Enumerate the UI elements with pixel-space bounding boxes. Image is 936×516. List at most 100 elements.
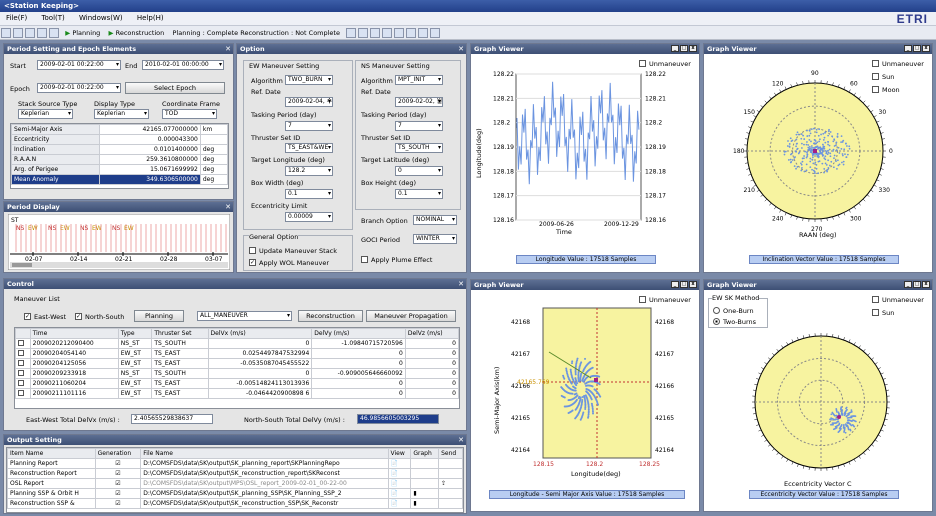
maneuver-filter-select[interactable]: ALL_MANEUVER <box>197 311 292 321</box>
box-height-stepper[interactable]: 0.1 <box>395 189 443 199</box>
box-width-stepper[interactable]: 0.1 <box>285 189 333 199</box>
minimize-icon[interactable]: _ <box>904 45 912 52</box>
ns-ref-date-input[interactable]: 2009-02-02, 월 <box>395 97 443 107</box>
table-row[interactable]: 2009020212090400 NS_ST TS_SOUTH 0 -1.0984071… <box>15 338 460 349</box>
table-row[interactable]: 20090211101116 EW_ST TS_EAST -0.04644209008… <box>15 388 460 399</box>
table-row[interactable]: Planning SSP & Orbit H ☑ D:\COMSFDS\data\S… <box>7 488 463 499</box>
filter-icon[interactable] <box>25 28 35 38</box>
view-icon[interactable]: 📄 <box>387 498 412 509</box>
column-header[interactable]: DelVy (m/s) <box>311 328 406 339</box>
table-row[interactable]: 20090204054140 EW_ST TS_EAST 0.025449784753… <box>15 348 460 359</box>
menu-file[interactable]: File(F) <box>0 12 33 24</box>
column-header[interactable]: Thruster Set <box>151 328 209 339</box>
view-icon[interactable]: 📄 <box>387 458 412 469</box>
minimize-icon[interactable]: _ <box>671 45 679 52</box>
timeline-scroll-thumb[interactable] <box>12 263 32 267</box>
menu-windows[interactable]: Windows(W) <box>73 12 129 24</box>
new-icon[interactable] <box>1 28 11 38</box>
ns-algorithm-select[interactable]: MPT_INIT <box>395 75 443 85</box>
report-icon-1[interactable] <box>346 28 357 38</box>
element-row[interactable]: Mean Anomaly 349.6306500000 deg <box>10 174 229 185</box>
save-icon[interactable] <box>406 28 417 38</box>
branch-option-select[interactable]: NOMINAL <box>413 215 457 225</box>
maximize-icon[interactable]: □ <box>680 281 688 288</box>
north-south-checkbox[interactable]: ✓ <box>75 313 82 320</box>
unmaneuver-checkbox[interactable] <box>639 296 646 303</box>
row-checkbox[interactable] <box>15 378 31 389</box>
element-row[interactable]: Inclination 0.0101400000 deg <box>10 144 229 155</box>
report-icon-4[interactable] <box>382 28 393 38</box>
generation-checkbox[interactable]: ☑ <box>94 488 142 499</box>
goci-period-select[interactable]: WINTER <box>413 234 457 244</box>
east-west-checkbox[interactable]: ✓ <box>24 313 31 320</box>
table-row[interactable]: Reconstruction SSP & ☑ D:\COMSFDS\data\SK\… <box>7 498 463 509</box>
menu-tool[interactable]: Tool(T) <box>35 12 70 24</box>
update-stack-checkbox[interactable] <box>249 247 256 254</box>
view-icon[interactable]: 📄 <box>387 468 412 479</box>
row-checkbox[interactable] <box>15 358 31 369</box>
table-row[interactable]: OSL Report ☑ D:\COMSFDS\data\SK\output\MPS… <box>7 478 463 489</box>
graph-icon[interactable]: ▮ <box>410 488 440 499</box>
send-icon[interactable] <box>438 498 463 509</box>
view-icon[interactable]: 📄 <box>387 478 412 489</box>
element-row[interactable]: Arg. of Perigee 15.0671699992 deg <box>10 164 229 175</box>
coordinate-frame-select[interactable]: TOD <box>162 109 217 119</box>
maximize-icon[interactable]: □ <box>913 281 921 288</box>
graph-icon[interactable] <box>410 468 440 479</box>
close-icon[interactable]: ✕ <box>458 435 464 445</box>
send-icon[interactable] <box>438 468 463 479</box>
table-row[interactable]: 20090204125056 EW_ST TS_EAST -0.05350870454… <box>15 358 460 369</box>
print-icon[interactable] <box>394 28 405 38</box>
close-icon[interactable]: ✕ <box>225 44 231 54</box>
maximize-icon[interactable]: □ <box>913 45 921 52</box>
close-icon[interactable]: ✕ <box>458 44 464 54</box>
minimize-icon[interactable]: _ <box>904 281 912 288</box>
close-icon[interactable]: ✕ <box>225 202 231 212</box>
element-row[interactable]: Eccentricity 0.000043300 <box>10 134 229 145</box>
close-icon[interactable]: x <box>689 45 697 52</box>
start-date-input[interactable]: 2009-02-01 00:22:00 <box>37 60 121 70</box>
display-type-select[interactable]: Keplerian <box>94 109 149 119</box>
unmaneuver-checkbox[interactable] <box>872 296 879 303</box>
minimize-icon[interactable]: _ <box>671 281 679 288</box>
row-checkbox[interactable] <box>15 388 31 399</box>
one-burn-radio[interactable] <box>713 307 720 314</box>
target-latitude-stepper[interactable]: 0 <box>395 166 443 176</box>
column-header[interactable]: Type <box>117 328 153 339</box>
unmaneuver-checkbox[interactable] <box>639 60 646 67</box>
ns-thruster-select[interactable]: TS_SOUTH <box>395 143 443 153</box>
toolbar-planning[interactable]: ▶ Planning <box>65 26 100 40</box>
row-checkbox[interactable] <box>15 368 31 379</box>
generation-checkbox[interactable]: ☑ <box>94 478 142 489</box>
close-icon[interactable]: ✕ <box>458 279 464 289</box>
end-date-input[interactable]: 2010-02-01 00:00:00 <box>142 60 224 70</box>
maneuver-propagation-button[interactable]: Maneuver Propagation <box>366 310 456 322</box>
column-header[interactable]: Time <box>29 328 119 339</box>
arrow-right-icon[interactable] <box>49 28 59 38</box>
generation-checkbox[interactable]: ☑ <box>94 458 142 469</box>
column-header[interactable]: DelVx (m/s) <box>207 328 313 339</box>
generation-checkbox[interactable]: ☑ <box>94 498 142 509</box>
cascade-icon[interactable] <box>430 28 441 38</box>
report-icon-2[interactable] <box>358 28 369 38</box>
menu-help[interactable]: Help(H) <box>131 12 170 24</box>
send-icon[interactable] <box>438 458 463 469</box>
send-icon[interactable] <box>438 488 463 499</box>
ns-tasking-stepper[interactable]: 7 <box>395 121 443 131</box>
ecc-limit-stepper[interactable]: 0.00009 <box>285 212 333 222</box>
close-icon[interactable]: x <box>689 281 697 288</box>
reconstruction-button[interactable]: Reconstruction <box>298 310 363 322</box>
column-header[interactable]: DelVz (m/s) <box>404 328 460 339</box>
report-icon-3[interactable] <box>370 28 381 38</box>
element-row[interactable]: Semi-Major Axis 42165.077000000 km <box>10 124 229 135</box>
graph-icon[interactable] <box>410 478 440 489</box>
table-row[interactable]: Planning Report ☑ D:\COMSFDS\data\SK\outpu… <box>7 458 463 469</box>
table-row[interactable]: Reconstruction Report ☑ D:\COMSFDS\data\SK… <box>7 468 463 479</box>
graph-icon[interactable]: ▮ <box>410 498 440 509</box>
ew-tasking-stepper[interactable]: 7 <box>285 121 333 131</box>
select-epoch-button[interactable]: Select Epoch <box>125 82 225 94</box>
table-row[interactable]: 20090209233918 NS_ST TS_SOUTH 0 -0.909005646… <box>15 368 460 379</box>
epoch-input[interactable]: 2009-02-01 00:22:00 <box>37 83 121 93</box>
open-icon[interactable] <box>13 28 23 38</box>
ew-thruster-select[interactable]: TS_EAST&WE <box>285 143 333 153</box>
